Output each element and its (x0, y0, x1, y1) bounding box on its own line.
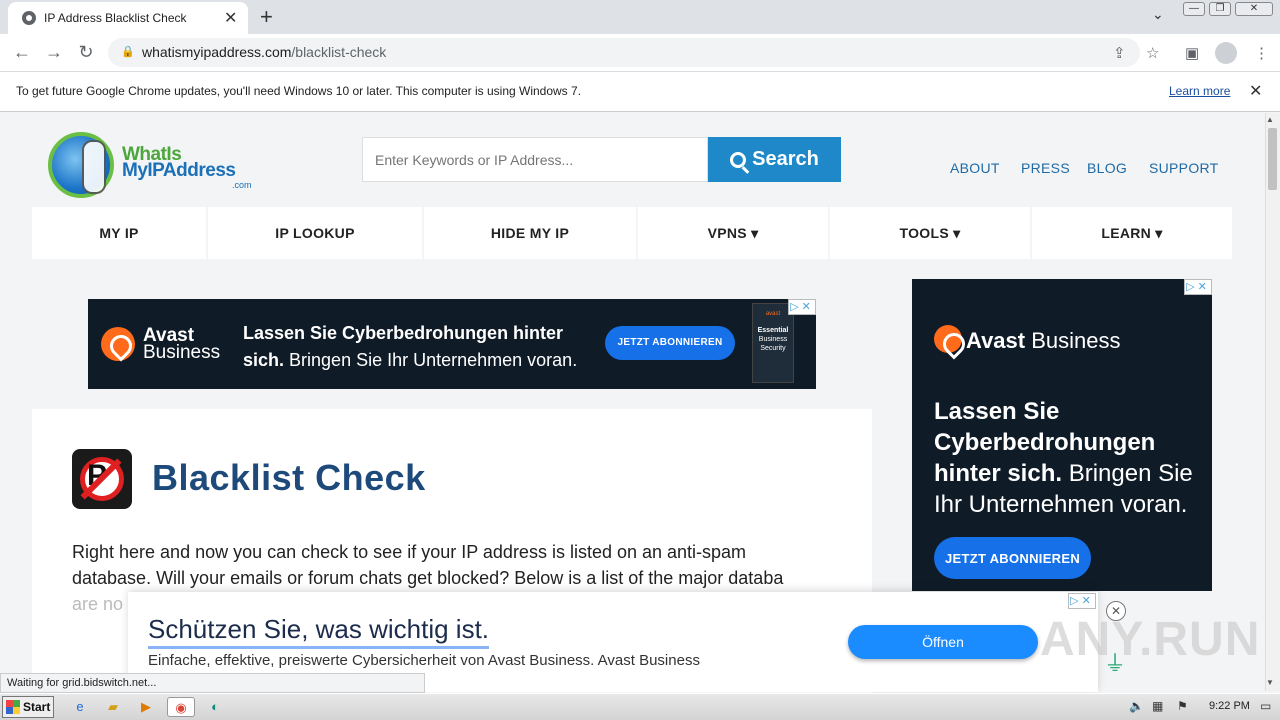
ie-icon[interactable]: e (69, 697, 91, 717)
windows-logo-icon (6, 700, 20, 714)
back-arrow-icon[interactable]: ← (10, 40, 34, 64)
bottom-ad-headline: Schützen Sie, was wichtig ist. (148, 614, 490, 649)
volume-icon[interactable]: 🔈 (1129, 699, 1144, 713)
nav-hide-my-ip[interactable]: HIDE MY IP (424, 207, 638, 259)
page-scrollbar[interactable] (1265, 113, 1280, 691)
lock-icon[interactable]: 🔒 (121, 45, 135, 58)
banner-ad-headline: Lassen Sie Cyberbedrohungen hinter sich. … (243, 320, 577, 374)
search-icon (730, 151, 747, 168)
support-link[interactable]: SUPPORT (1149, 160, 1219, 176)
status-bubble: Waiting for grid.bidswitch.net... (0, 673, 425, 693)
page-title: Blacklist Check (152, 457, 426, 498)
site-search-input[interactable] (362, 137, 708, 182)
sidebar-avast-logo-icon (934, 325, 962, 353)
side-panel-icon[interactable]: ▣ (1185, 44, 1199, 62)
menu-kebab-icon[interactable]: ⋮ (1254, 44, 1269, 62)
intro-text: Right here and now you can check to see … (72, 542, 784, 588)
show-desktop-icon[interactable]: ▭ (1260, 699, 1271, 713)
box-brand: avast (765, 311, 781, 317)
bottom-adchoices-icon[interactable]: ▷✕ (1068, 593, 1096, 609)
minimize-button[interactable]: — (1183, 2, 1205, 16)
explorer-folder-icon[interactable]: ▰ (102, 697, 124, 717)
search-button-label: Search (752, 148, 819, 170)
scroll-down-arrow-icon[interactable]: ▼ (1266, 678, 1274, 687)
flag-icon[interactable]: ⚑ (1177, 699, 1188, 713)
chrome-taskbar-icon[interactable]: ◉ (167, 697, 195, 717)
tab-title: IP Address Blacklist Check (44, 11, 187, 25)
url-path: /blacklist-check (291, 44, 387, 60)
blog-link[interactable]: BLOG (1087, 160, 1127, 176)
media-player-icon[interactable]: ▶ (135, 697, 157, 717)
network-icon[interactable]: ▦ (1152, 699, 1163, 713)
browser-tab[interactable]: IP Address Blacklist Check ✕ (8, 2, 248, 34)
reload-icon[interactable]: ↻ (74, 40, 98, 64)
bookmark-star-icon[interactable]: ☆ (1146, 44, 1159, 62)
banner-ad-cta-button[interactable]: JETZT ABONNIEREN (605, 326, 735, 360)
sidebar-ad-brand: Avast Business (966, 328, 1121, 354)
box-subtitle: Business Security (758, 336, 788, 352)
sidebar-brand-name: Avast (966, 328, 1026, 353)
banner-headline-bold2: sich. (243, 350, 285, 370)
banner-headline-rest: Bringen Sie Ihr Unternehmen voran. (284, 350, 578, 370)
search-button[interactable]: Search (708, 137, 841, 182)
infobar-message: To get future Google Chrome updates, you… (16, 84, 582, 98)
sidebar-adchoices-icon[interactable]: ▷✕ (1184, 279, 1212, 295)
avast-logo-icon (101, 327, 135, 361)
nav-vpns[interactable]: VPNS ▾ (638, 207, 830, 259)
sidebar-ad-cta-button[interactable]: JETZT ABONNIEREN (934, 537, 1091, 579)
press-link[interactable]: PRESS (1021, 160, 1070, 176)
sidebar-ad-headline: Lassen Sie Cyberbedrohungen hinter sich.… (934, 396, 1204, 520)
logo-text-line2[interactable]: MyIPAddress (122, 160, 236, 182)
profile-avatar-icon[interactable] (1215, 42, 1237, 64)
blocked-ip-icon: P (72, 449, 132, 509)
watermark-text: ANY.RUN (1040, 613, 1261, 666)
close-window-button[interactable]: ✕ (1235, 2, 1273, 16)
learn-more-link[interactable]: Learn more (1169, 84, 1230, 98)
about-link[interactable]: ABOUT (950, 160, 1000, 176)
infobar-close-icon[interactable]: ✕ (1249, 81, 1262, 101)
start-button[interactable]: Start (2, 696, 54, 718)
nav-learn[interactable]: LEARN ▾ (1032, 207, 1232, 259)
scrollbar-thumb[interactable] (1268, 128, 1277, 190)
url-domain: whatismyipaddress.com (142, 44, 292, 60)
bottom-ad-subline: Einfache, effektive, preiswerte Cybersic… (148, 652, 700, 669)
tab-search-chevron-icon[interactable]: ⌄ (1152, 6, 1164, 23)
start-label: Start (23, 700, 51, 714)
site-logo-i-icon (82, 140, 106, 194)
adchoices-icon[interactable]: ▷✕ (788, 299, 816, 315)
nav-ip-lookup[interactable]: IP LOOKUP (208, 207, 424, 259)
restore-button[interactable]: ❐ (1209, 2, 1231, 16)
taskbar-clock[interactable]: 9:22 PM (1209, 700, 1250, 712)
close-tab-icon[interactable]: ✕ (224, 8, 237, 28)
new-tab-button[interactable]: + (260, 4, 273, 30)
banner-ad-brand: Avast Business (143, 326, 221, 363)
banner-headline-line1: Lassen Sie Cyberbedrohungen hinter (243, 323, 564, 343)
main-nav: MY IP IP LOOKUP HIDE MY IP VPNS ▾ TOOLS … (32, 207, 1232, 259)
bottom-ad-open-button[interactable]: Öffnen (848, 625, 1038, 659)
logo-suffix: .com (232, 180, 252, 190)
nav-my-ip[interactable]: MY IP (32, 207, 208, 259)
edge-icon[interactable]: ◐ (204, 697, 226, 717)
intro-tail: are no (72, 594, 124, 614)
box-title: Essential (757, 327, 789, 334)
url-text[interactable]: whatismyipaddress.com/blacklist-check (142, 44, 386, 60)
banner-brand-line2: Business (143, 342, 221, 363)
nav-tools[interactable]: TOOLS ▾ (830, 207, 1032, 259)
globe-icon (22, 11, 36, 25)
product-box-image: avast Essential Business Security (752, 303, 794, 383)
sidebar-brand-rest: Business (1025, 328, 1121, 353)
forward-arrow-icon[interactable]: → (42, 40, 66, 64)
scroll-up-arrow-icon[interactable]: ▲ (1266, 115, 1274, 124)
share-icon[interactable]: ⇪ (1113, 44, 1126, 62)
